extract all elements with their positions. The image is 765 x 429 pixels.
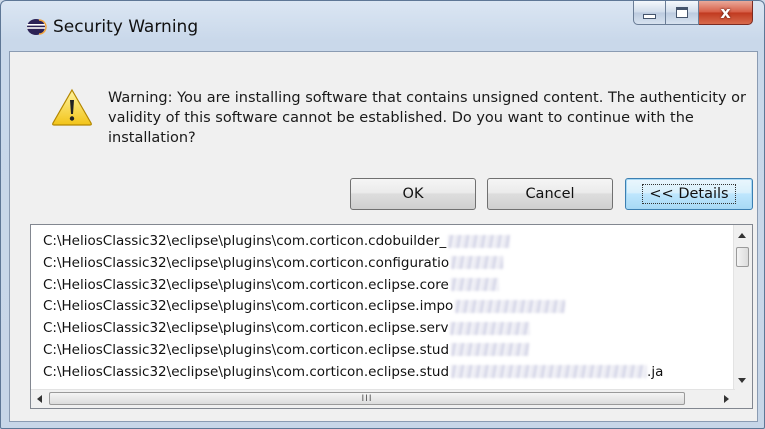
warning-message: Warning: You are installing software tha… <box>108 90 747 146</box>
list-item[interactable]: C:\HeliosClassic32\eclipse\plugins\com.c… <box>31 296 734 318</box>
cancel-button[interactable]: Cancel <box>487 178 613 210</box>
list-item[interactable]: C:\HeliosClassic32\eclipse\plugins\com.c… <box>31 318 734 340</box>
blurred-text <box>450 321 531 335</box>
blurred-text <box>451 343 530 357</box>
minimize-button[interactable] <box>633 1 666 25</box>
details-button[interactable]: << Details <box>625 178 753 210</box>
title-bar[interactable]: Security Warning x <box>1 1 764 51</box>
vertical-scrollbar[interactable] <box>733 225 752 391</box>
blurred-text <box>451 256 504 270</box>
close-icon: x <box>720 3 731 22</box>
maximize-button[interactable] <box>666 1 699 25</box>
vertical-scroll-thumb[interactable] <box>736 247 749 267</box>
blurred-text <box>448 234 511 248</box>
details-button-label: << Details <box>642 184 736 204</box>
caption-buttons: x <box>633 1 753 26</box>
blurred-text <box>450 278 499 292</box>
eclipse-app-icon <box>27 19 47 35</box>
blurred-text <box>455 299 566 313</box>
scrollbar-corner <box>734 390 752 408</box>
maximize-icon <box>676 7 688 18</box>
list-item[interactable]: C:\HeliosClassic32\eclipse\plugins\com.c… <box>31 275 734 297</box>
ok-button[interactable]: OK <box>350 178 476 210</box>
security-warning-window: Security Warning x Warning: You are inst… <box>0 0 765 429</box>
list-item[interactable]: C:\HeliosClassic32\eclipse\plugins\com.c… <box>31 362 734 384</box>
scroll-down-arrow-icon[interactable] <box>738 378 746 383</box>
list-item[interactable]: C:\HeliosClassic32\eclipse\plugins\com.c… <box>31 340 734 362</box>
list-rows: C:\HeliosClassic32\eclipse\plugins\com.c… <box>31 231 734 384</box>
blurred-text <box>451 365 648 379</box>
list-item[interactable]: C:\HeliosClassic32\eclipse\plugins\com.c… <box>31 253 734 275</box>
window-title: Security Warning <box>53 17 199 37</box>
warning-triangle-icon <box>52 88 92 126</box>
unsigned-content-list[interactable]: C:\HeliosClassic32\eclipse\plugins\com.c… <box>30 224 753 409</box>
close-button[interactable]: x <box>699 1 753 25</box>
horizontal-scrollbar[interactable]: III <box>31 389 735 408</box>
horizontal-scroll-thumb[interactable]: III <box>49 392 685 405</box>
scroll-up-arrow-icon[interactable] <box>738 233 746 238</box>
dialog-body: Warning: You are installing software tha… <box>9 51 758 422</box>
minimize-icon <box>643 14 656 19</box>
list-item[interactable]: C:\HeliosClassic32\eclipse\plugins\com.c… <box>31 231 734 253</box>
scroll-left-arrow-icon[interactable] <box>37 395 42 403</box>
scroll-right-arrow-icon[interactable] <box>724 395 729 403</box>
